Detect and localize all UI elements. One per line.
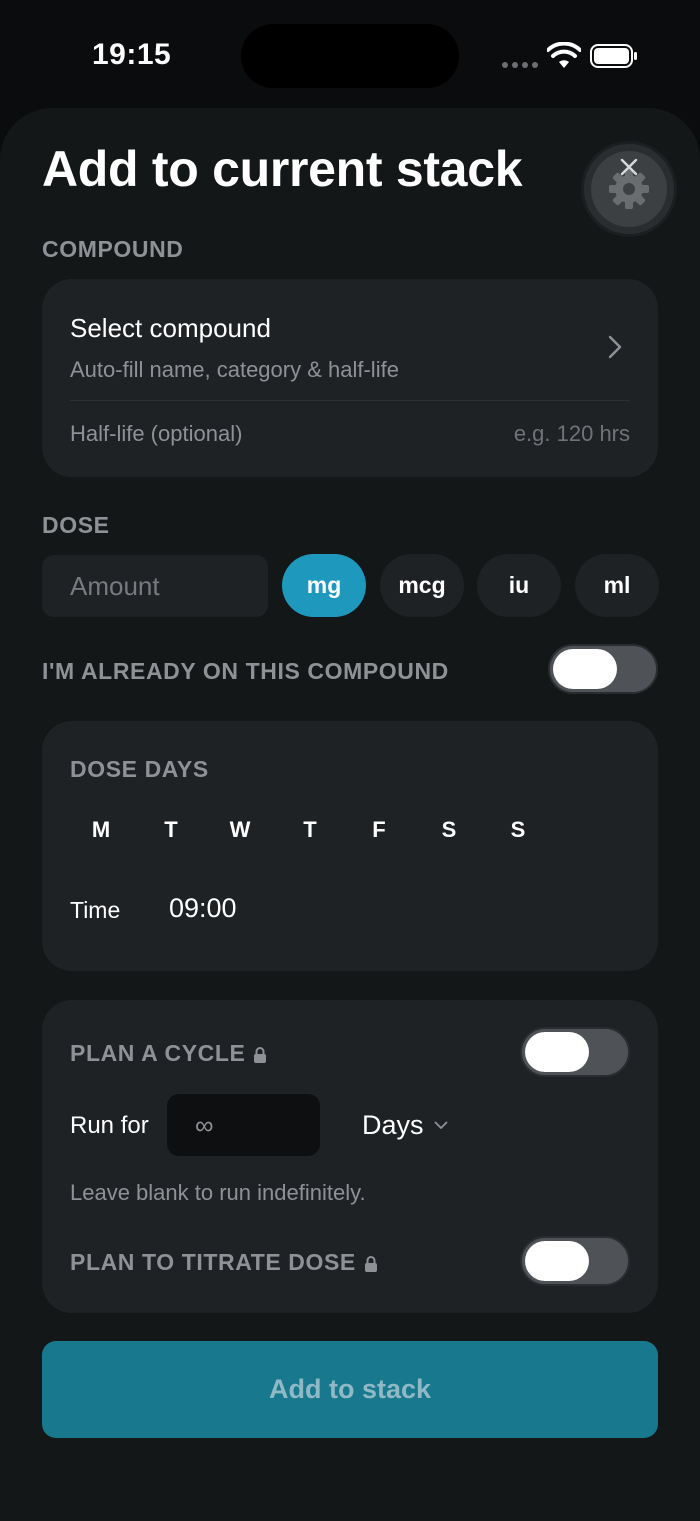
divider — [70, 400, 630, 401]
day-tuesday[interactable]: T — [156, 817, 186, 843]
compound-section-label: COMPOUND — [42, 236, 184, 262]
lock-icon — [364, 1255, 377, 1272]
titrate-label: PLAN TO TITRATE DOSE — [70, 1249, 378, 1276]
half-life-label: Half-life (optional) — [70, 421, 243, 446]
run-for-input[interactable]: ∞ — [167, 1094, 320, 1156]
run-for-hint: Leave blank to run indefinitely. — [70, 1180, 366, 1205]
add-to-stack-button[interactable]: Add to stack — [42, 1341, 658, 1438]
amount-input[interactable] — [42, 555, 268, 617]
close-icon — [620, 158, 638, 176]
period-unit-dropdown[interactable]: Days — [362, 1110, 448, 1141]
titrate-toggle[interactable] — [520, 1236, 630, 1286]
battery-icon — [590, 44, 637, 68]
day-friday[interactable]: F — [364, 817, 394, 843]
cycle-card: PLAN A CYCLE Run for ∞ Days Leave blank … — [42, 1000, 658, 1313]
lock-icon — [254, 1046, 267, 1063]
compound-card: Select compound Auto-fill name, category… — [42, 279, 658, 477]
day-wednesday[interactable]: W — [225, 817, 255, 843]
plan-cycle-label-text: PLAN A CYCLE — [70, 1040, 246, 1066]
already-on-label: I'M ALREADY ON THIS COMPOUND — [42, 658, 449, 684]
day-thursday[interactable]: T — [295, 817, 325, 843]
unit-ml-button[interactable]: ml — [575, 554, 659, 617]
status-time: 19:15 — [92, 38, 172, 71]
day-monday[interactable]: M — [86, 817, 116, 843]
page-title: Add to current stack — [42, 141, 523, 197]
chevron-down-icon — [434, 1121, 447, 1129]
titrate-label-text: PLAN TO TITRATE DOSE — [70, 1249, 356, 1275]
dose-days-card: DOSE DAYS M T W T F S S Time 09:00 — [42, 721, 658, 971]
dose-days-label: DOSE DAYS — [70, 756, 209, 782]
day-saturday[interactable]: S — [434, 817, 464, 843]
half-life-input[interactable]: e.g. 120 hrs — [514, 421, 630, 447]
unit-iu-button[interactable]: iu — [477, 554, 561, 617]
period-unit-value: Days — [362, 1110, 424, 1140]
plan-cycle-label: PLAN A CYCLE — [70, 1040, 267, 1067]
unit-mcg-button[interactable]: mcg — [380, 554, 464, 617]
run-for-label: Run for — [70, 1112, 149, 1139]
time-label: Time — [70, 897, 121, 923]
day-sunday[interactable]: S — [503, 817, 533, 843]
cellular-signal-icon — [502, 62, 538, 68]
time-picker[interactable]: 09:00 — [169, 893, 237, 924]
screen: 19:15 Add to current stack COMPOUND Sele… — [0, 0, 700, 1521]
select-compound-subtitle: Auto-fill name, category & half-life — [70, 357, 399, 382]
chevron-right-icon — [608, 335, 622, 359]
unit-mg-button[interactable]: mg — [282, 554, 366, 617]
close-button[interactable] — [584, 144, 674, 234]
plan-cycle-toggle[interactable] — [520, 1027, 630, 1077]
wifi-icon — [547, 42, 581, 68]
dose-section-label: DOSE — [42, 512, 110, 538]
dynamic-island — [241, 24, 459, 88]
select-compound-title: Select compound — [70, 313, 271, 343]
already-on-toggle[interactable] — [548, 644, 658, 694]
